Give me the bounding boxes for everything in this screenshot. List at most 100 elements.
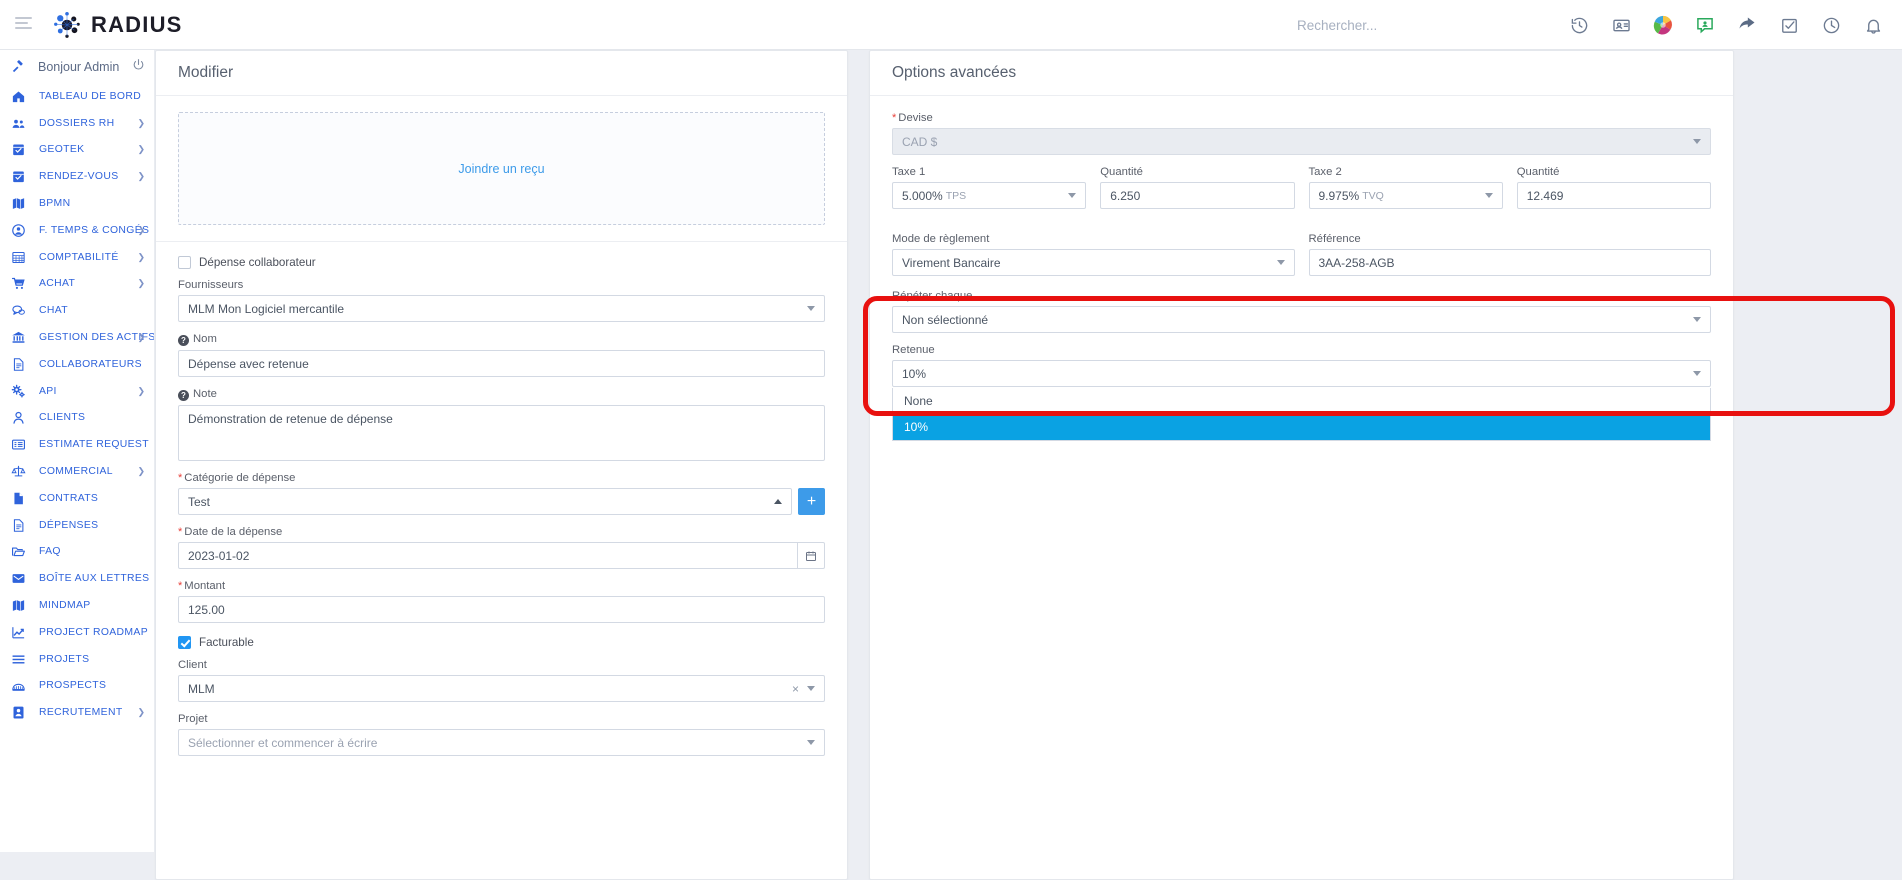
retenue-value: 10% [902, 366, 927, 381]
date-label: * Date de la dépense [178, 526, 283, 538]
projet-select[interactable]: Sélectionner et commencer à écrire [178, 729, 825, 756]
devise-label: * Devise [892, 112, 933, 124]
date-input[interactable]: 2023-01-02 [178, 542, 798, 569]
chevron-right-icon: ❯ [137, 332, 145, 343]
client-value: MLM [188, 681, 215, 696]
retenue-group: Retenue 10% None 10% [892, 344, 1711, 441]
globe-icon[interactable] [1652, 14, 1674, 36]
taxe2-select[interactable]: 9.975% TVQ [1308, 182, 1503, 209]
facturable-row[interactable]: Facturable [178, 636, 825, 649]
chevron-down-icon [1693, 139, 1701, 144]
sidebar-item-project-roadmap[interactable]: PROJECT ROADMAP [0, 619, 154, 646]
sidebar-item-estimate-request[interactable]: ESTIMATE REQUEST [0, 431, 154, 458]
reference-input[interactable]: 3AA-258-AGB [1308, 249, 1711, 276]
sidebar-item-rendez-vous[interactable]: RENDEZ-VOUS ❯ [0, 163, 154, 190]
building-icon [11, 678, 30, 693]
quantite2-group: Quantité 12.469 [1516, 166, 1711, 209]
sidebar-item-bo-te-aux-lettres[interactable]: BOÎTE AUX LETTRES [0, 565, 154, 592]
montant-input[interactable]: 125.00 [178, 596, 825, 623]
chevron-right-icon: ❯ [137, 117, 145, 128]
chevron-down-icon [1068, 193, 1077, 198]
sidebar-item-projets[interactable]: PROJETS [0, 646, 154, 673]
nom-input[interactable]: Dépense avec retenue [178, 350, 825, 377]
sidebar-item-clients[interactable]: CLIENTS [0, 405, 154, 432]
quantite2-value: 12.469 [1526, 188, 1564, 203]
montant-label: * Montant [178, 580, 226, 592]
sidebar-item-achat[interactable]: ACHAT ❯ [0, 271, 154, 298]
quantite1-input[interactable]: 6.250 [1100, 182, 1295, 209]
taxe2-suffix: TVQ [1362, 189, 1384, 202]
chat-support-icon[interactable] [1694, 14, 1716, 36]
help-icon[interactable]: ? [178, 335, 189, 346]
share-arrow-icon[interactable] [1736, 14, 1758, 36]
add-categorie-button[interactable]: + [798, 488, 825, 515]
power-off-icon[interactable] [132, 58, 145, 76]
repeter-group: Répéter chaque Non sélectionné [892, 290, 1711, 333]
fournisseurs-select[interactable]: MLM Mon Logiciel mercantile [178, 295, 825, 322]
search-container[interactable] [1297, 0, 1527, 50]
employee-expense-label: Dépense collaborateur [199, 256, 316, 269]
categorie-select[interactable]: Test [178, 488, 792, 515]
sidebar-item-commercial[interactable]: COMMERCIAL ❯ [0, 458, 154, 485]
mode-reglement-label: Mode de règlement [892, 233, 990, 245]
checkbox-task-icon[interactable] [1778, 14, 1800, 36]
repeter-select[interactable]: Non sélectionné [892, 306, 1711, 333]
sidebar-item-contrats[interactable]: CONTRATS [0, 485, 154, 512]
sidebar-item-collaborateurs[interactable]: COLLABORATEURS [0, 351, 154, 378]
employee-expense-row[interactable]: Dépense collaborateur [178, 256, 825, 269]
sidebar-item-label: PROJECT ROADMAP [39, 626, 148, 638]
chevron-right-icon: ❯ [137, 385, 145, 396]
sidebar-item-bpmn[interactable]: BPMN [0, 190, 154, 217]
projet-label: Projet [178, 713, 208, 725]
sidebar-item-label: CONTRATS [39, 492, 99, 504]
facturable-checkbox[interactable] [178, 636, 191, 649]
quantite2-input[interactable]: 12.469 [1516, 182, 1711, 209]
retenue-option-10[interactable]: 10% [893, 414, 1710, 440]
sidebar-item-dossiers-rh[interactable]: DOSSIERS RH ❯ [0, 110, 154, 137]
calendar-icon[interactable] [798, 542, 825, 569]
categorie-group: * Catégorie de dépense Test + [178, 472, 825, 515]
sidebar-item-f-temps-cong-s[interactable]: F. TEMPS & CONGÉS ❯ [0, 217, 154, 244]
search-input[interactable] [1297, 17, 1527, 33]
user-badge-icon [11, 705, 30, 720]
contact-card-icon[interactable] [1610, 14, 1632, 36]
devise-select[interactable]: CAD $ [892, 128, 1711, 155]
sidebar-item-api[interactable]: API ❯ [0, 378, 154, 405]
sidebar-item-recrutement[interactable]: RECRUTEMENT ❯ [0, 699, 154, 726]
employee-expense-checkbox[interactable] [178, 256, 191, 269]
sidebar-item-tableau-de-bord[interactable]: TABLEAU DE BORD [0, 83, 154, 110]
user-circle-icon [11, 223, 30, 238]
fournisseurs-group: Fournisseurs MLM Mon Logiciel mercantile [178, 279, 825, 322]
brand-logo[interactable]: RADIUS [52, 10, 183, 40]
scales-icon [11, 464, 30, 479]
attach-receipt-link[interactable]: Joindre un reçu [458, 162, 544, 176]
taxe2-value: 9.975% [1318, 188, 1360, 203]
sidebar-item-label: TABLEAU DE BORD [39, 90, 142, 102]
sidebar-item-geotek[interactable]: GEOTEK ❯ [0, 137, 154, 164]
sidebar-item-gestion-des-actifs[interactable]: GESTION DES ACTIFS ❯ [0, 324, 154, 351]
help-icon[interactable]: ? [178, 390, 189, 401]
sidebar-item-prospects[interactable]: PROSPECTS [0, 673, 154, 700]
sidebar-item-label: GEOTEK [39, 144, 85, 156]
taxe1-select[interactable]: 5.000% TPS [892, 182, 1087, 209]
greeting-text: Bonjour Admin [38, 59, 120, 74]
brand-name: RADIUS [91, 11, 183, 37]
sidebar-item-d-penses[interactable]: DÉPENSES [0, 512, 154, 539]
retenue-select[interactable]: 10% [892, 360, 1711, 387]
sidebar-item-faq[interactable]: FAQ [0, 539, 154, 566]
sidebar-item-mindmap[interactable]: MINDMAP [0, 592, 154, 619]
retenue-dropdown-list[interactable]: None 10% [892, 388, 1711, 441]
mode-reglement-select[interactable]: Virement Bancaire [892, 249, 1295, 276]
sidebar-item-comptabilit[interactable]: COMPTABILITÉ ❯ [0, 244, 154, 271]
bank-icon [11, 330, 30, 345]
sidebar-item-chat[interactable]: CHAT [0, 297, 154, 324]
note-textarea[interactable] [178, 405, 825, 461]
retenue-option-none[interactable]: None [893, 388, 1710, 414]
hamburger-menu-icon[interactable] [0, 17, 46, 32]
clear-client-icon[interactable]: × [792, 682, 799, 696]
client-select[interactable]: MLM × [178, 675, 825, 702]
history-icon[interactable] [1568, 14, 1590, 36]
clock-icon[interactable] [1820, 14, 1842, 36]
receipt-dropzone[interactable]: Joindre un reçu [178, 112, 825, 225]
bell-icon[interactable] [1862, 14, 1884, 36]
